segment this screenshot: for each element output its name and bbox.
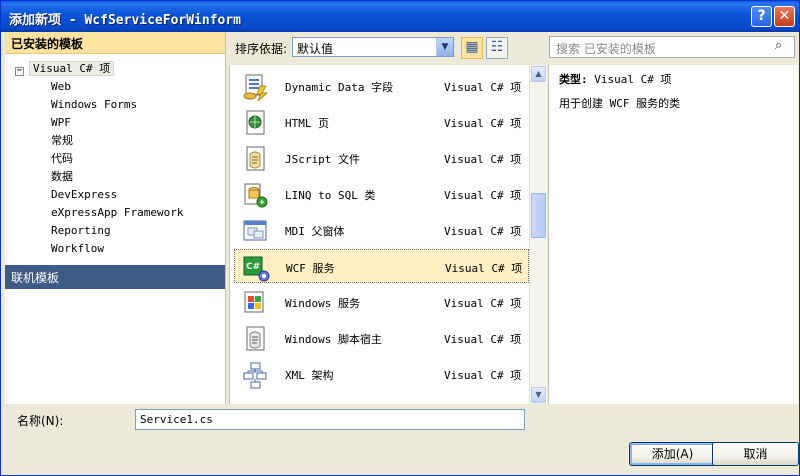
template-list: Dynamic Data 字段 Visual C# 项 HTML 页 Visua… <box>229 65 547 404</box>
medium-icons-view-button[interactable]: ▦ <box>461 37 483 59</box>
title-bar[interactable]: 添加新项 - WcfServiceForWinform ? ✕ <box>1 1 799 32</box>
dynamic-data-field-icon <box>243 74 269 102</box>
list-item[interactable]: XML 架构 Visual C# 项 <box>234 357 529 391</box>
close-icon: ✕ <box>778 8 791 24</box>
add-button[interactable]: 添加(A) <box>629 442 716 466</box>
chevron-up-icon: ▲ <box>535 69 542 78</box>
list-item-selected[interactable]: C# WCF 服务 Visual C# 项 <box>234 249 529 283</box>
category-tree: − Visual C# 项 Web Windows Forms WPF 常规 代码… <box>5 60 225 258</box>
list-item[interactable]: JScript 文件 Visual C# 项 <box>234 141 529 175</box>
mdi-parent-form-icon <box>243 220 267 241</box>
sort-by-value: 默认值 <box>297 42 334 56</box>
search-input[interactable]: 搜索 已安装的模板 ⌕ <box>549 36 795 58</box>
xml-schema-icon <box>243 362 267 389</box>
search-placeholder: 搜索 已安装的模板 <box>556 42 656 56</box>
scroll-down-button[interactable]: ▼ <box>531 387 546 403</box>
item-name: JScript 文件 <box>285 153 360 166</box>
name-row: 名称(N): Service1.cs <box>1 405 799 435</box>
item-name: Dynamic Data 字段 <box>285 81 394 94</box>
template-list-scrollbar[interactable]: ▲ ▼ <box>529 65 546 404</box>
template-categories-panel: 已安装的模板 − Visual C# 项 Web Windows Forms WP… <box>5 32 226 404</box>
search-icon[interactable]: ⌕ <box>775 39 789 53</box>
item-name: Windows 脚本宿主 <box>285 333 382 346</box>
tree-item-general[interactable]: 常规 <box>5 132 225 150</box>
list-item[interactable]: LINQ to SQL 类 Visual C# 项 <box>234 177 529 211</box>
html-page-icon <box>246 110 265 135</box>
item-name: Windows 服务 <box>285 297 360 310</box>
list-item[interactable]: Windows 服务 Visual C# 项 <box>234 285 529 319</box>
tree-item-code[interactable]: 代码 <box>5 150 225 168</box>
windows-service-icon <box>244 291 264 313</box>
item-name: MDI 父窗体 <box>285 225 345 238</box>
tree-item-devexpress[interactable]: DevExpress <box>5 186 225 204</box>
tree-item-visual-csharp[interactable]: − Visual C# 项 <box>5 60 225 78</box>
window-title: 添加新项 - WcfServiceForWinform <box>9 13 242 28</box>
sort-by-label: 排序依据: <box>235 42 288 56</box>
tree-item-wpf[interactable]: WPF <box>5 114 225 132</box>
type-label: 类型: <box>559 73 588 86</box>
chevron-down-icon[interactable]: ▼ <box>436 38 453 56</box>
item-language: Visual C# 项 <box>444 297 522 310</box>
chevron-down-icon: ▼ <box>535 390 542 399</box>
item-language: Visual C# 项 <box>445 262 523 275</box>
item-language: Visual C# 项 <box>444 225 522 238</box>
item-language: Visual C# 项 <box>444 81 522 94</box>
cancel-button[interactable]: 取消 <box>712 442 799 466</box>
tree-item-label: Visual C# 项 <box>29 61 115 76</box>
add-new-item-dialog: 添加新项 - WcfServiceForWinform ? ✕ 已安装的模板 −… <box>0 0 800 476</box>
list-item[interactable]: HTML 页 Visual C# 项 <box>234 105 529 139</box>
list-view-button[interactable]: ☷ <box>486 37 508 59</box>
sort-bar: 排序依据: 默认值 ▼ ▦ ☷ <box>229 36 541 60</box>
type-value: Visual C# 项 <box>594 73 672 86</box>
sort-by-dropdown[interactable]: 默认值 ▼ <box>292 37 454 57</box>
item-language: Visual C# 项 <box>444 369 522 382</box>
name-label: 名称(N): <box>17 414 64 428</box>
name-field[interactable]: Service1.cs <box>135 409 525 430</box>
collapse-icon[interactable]: − <box>15 66 24 76</box>
wcf-service-icon: C# <box>243 256 270 282</box>
tree-item-windows-forms[interactable]: Windows Forms <box>5 96 225 114</box>
item-name: LINQ to SQL 类 <box>285 189 376 202</box>
online-templates-header[interactable]: 联机模板 <box>5 265 225 289</box>
help-button[interactable]: ? <box>751 6 772 27</box>
list-view-icon: ☷ <box>490 39 504 55</box>
scroll-up-button[interactable]: ▲ <box>531 66 546 82</box>
scrollbar-thumb[interactable] <box>531 193 546 238</box>
item-language: Visual C# 项 <box>444 153 522 166</box>
item-name: XML 架构 <box>285 369 334 382</box>
template-description: 用于创建 WCF 服务的类 <box>559 97 681 110</box>
windows-script-host-icon <box>246 326 265 351</box>
question-icon: ? <box>757 8 766 24</box>
template-type: 类型: Visual C# 项 <box>559 71 788 87</box>
item-language: Visual C# 项 <box>444 117 522 130</box>
tree-item-expressapp-framework[interactable]: eXpressApp Framework <box>5 204 225 222</box>
item-language: Visual C# 项 <box>444 333 522 346</box>
svg-text:C#: C# <box>246 262 260 272</box>
installed-templates-header[interactable]: 已安装的模板 <box>5 32 225 54</box>
linq-to-sql-icon <box>244 183 268 208</box>
tree-item-workflow[interactable]: Workflow <box>5 240 225 258</box>
item-name: HTML 页 <box>285 117 330 130</box>
close-button[interactable]: ✕ <box>774 6 795 27</box>
template-details-panel: 类型: Visual C# 项 用于创建 WCF 服务的类 <box>548 65 798 404</box>
jscript-file-icon <box>246 146 265 171</box>
list-item[interactable]: MDI 父窗体 Visual C# 项 <box>234 213 529 247</box>
tree-item-web[interactable]: Web <box>5 78 225 96</box>
grid-view-icon: ▦ <box>465 39 479 55</box>
list-item[interactable]: Dynamic Data 字段 Visual C# 项 <box>234 69 529 103</box>
list-item[interactable]: Windows 脚本宿主 Visual C# 项 <box>234 321 529 355</box>
item-name: WCF 服务 <box>286 262 335 275</box>
item-language: Visual C# 项 <box>444 189 522 202</box>
tree-item-data[interactable]: 数据 <box>5 168 225 186</box>
tree-item-reporting[interactable]: Reporting <box>5 222 225 240</box>
